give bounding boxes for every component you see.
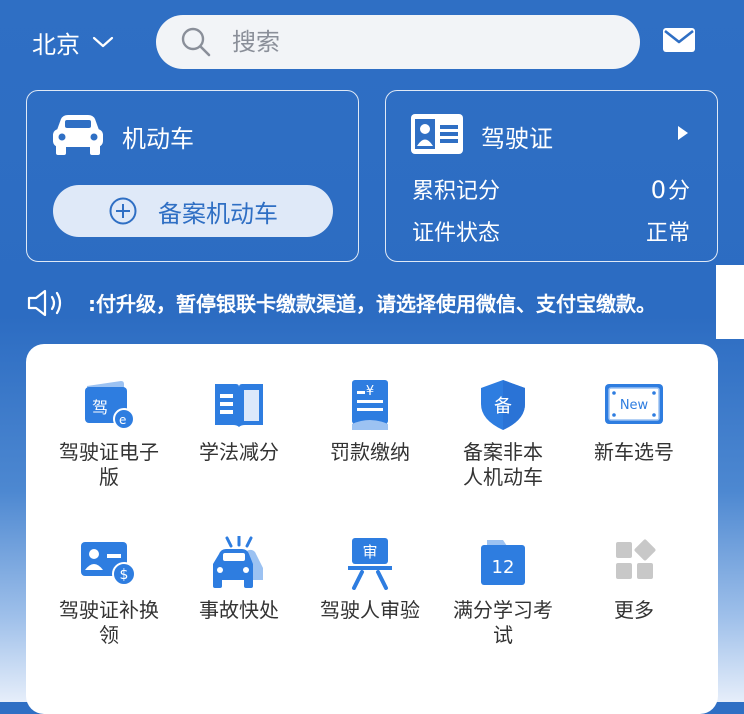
e-license-icon: 驾 e	[85, 381, 135, 430]
service-label: 更多	[614, 598, 654, 622]
car-accident-icon	[213, 536, 263, 588]
mail-icon[interactable]	[662, 26, 696, 54]
vehicle-card[interactable]: 机动车 备案机动车	[26, 90, 359, 262]
services-panel: 驾 e 驾驶证电子版 学法减分 ¥ 罚款缴纳 备 备案非本 人机动车 New 新…	[26, 344, 718, 714]
id-card-icon	[411, 114, 463, 154]
svg-text:备: 备	[494, 396, 512, 417]
fine-receipt-icon: ¥	[352, 380, 388, 430]
service-label: 驾驶证电子版	[59, 440, 159, 489]
points-label: 累积记分	[412, 179, 501, 204]
points-row: 累积记分 0分	[412, 173, 690, 205]
svg-text:e: e	[119, 413, 126, 427]
speaker-icon	[27, 289, 62, 317]
city-selector[interactable]: 北京	[32, 22, 116, 62]
service-label: 满分学习考试	[453, 598, 553, 647]
service-label: 驾驶人审验	[320, 598, 420, 622]
license-card[interactable]: 驾驶证 累积记分 0分 证件状态 正常	[385, 90, 718, 262]
search-bar[interactable]	[156, 15, 640, 69]
service-label: 驾驶证补换领	[59, 598, 159, 647]
new-plate-icon: New	[605, 384, 663, 424]
license-title: 驾驶证	[481, 125, 553, 153]
points-display: 0分	[651, 173, 690, 205]
calendar-12-icon: 12	[481, 540, 525, 585]
book-icon	[215, 384, 263, 427]
service-more[interactable]: 更多	[574, 536, 694, 623]
service-label: 学法减分	[199, 440, 279, 464]
service-new-plate[interactable]: New 新车选号	[574, 378, 694, 465]
shield-icon: 备	[481, 380, 525, 430]
register-vehicle-button[interactable]: 备案机动车	[53, 185, 333, 237]
service-full-score-exam[interactable]: 12 满分学习考试	[443, 536, 563, 648]
city-label: 北京	[32, 30, 80, 59]
service-label: 事故快处	[199, 598, 279, 622]
service-e-license[interactable]: 驾 e 驾驶证电子版	[49, 378, 169, 490]
register-vehicle-label: 备案机动车	[158, 199, 278, 228]
search-icon	[181, 27, 211, 57]
chevron-down-icon	[92, 36, 114, 48]
svg-text:¥: ¥	[366, 384, 374, 399]
service-accident[interactable]: 事故快处	[179, 536, 299, 623]
service-label: 新车选号	[594, 440, 674, 464]
notice-edge-overlay	[716, 265, 744, 339]
service-driver-review[interactable]: 审 驾驶人审验	[310, 536, 430, 623]
add-circle-icon	[109, 197, 137, 225]
service-study-deduct[interactable]: 学法减分	[179, 378, 299, 465]
service-license-renew[interactable]: $ 驾驶证补换领	[49, 536, 169, 648]
points-value: 0	[650, 176, 666, 204]
svg-text:New: New	[620, 398, 649, 413]
service-label: 罚款缴纳	[330, 440, 410, 464]
status-label: 证件状态	[412, 221, 501, 246]
review-icon: 审	[348, 538, 392, 590]
svg-text:审: 审	[362, 543, 377, 561]
service-register-other-vehicle[interactable]: 备 备案非本 人机动车	[443, 378, 563, 490]
license-renew-icon: $	[81, 542, 136, 586]
car-icon	[53, 115, 103, 155]
status-value: 正常	[645, 221, 690, 246]
vehicle-title: 机动车	[122, 125, 194, 153]
notice-marquee[interactable]: :付升级，暂停银联卡缴款渠道，请选择使用微信、支付宝缴款。	[88, 288, 718, 317]
service-pay-fine[interactable]: ¥ 罚款缴纳	[310, 378, 430, 465]
svg-text:$: $	[120, 567, 129, 583]
status-row: 证件状态 正常	[412, 215, 690, 247]
points-unit: 分	[667, 179, 690, 204]
svg-text:12: 12	[492, 557, 515, 578]
service-label: 备案非本 人机动车	[463, 440, 543, 489]
search-input[interactable]	[232, 28, 612, 56]
chevron-right-icon[interactable]	[676, 124, 690, 142]
more-grid-icon	[616, 539, 656, 579]
svg-text:驾: 驾	[92, 398, 108, 417]
